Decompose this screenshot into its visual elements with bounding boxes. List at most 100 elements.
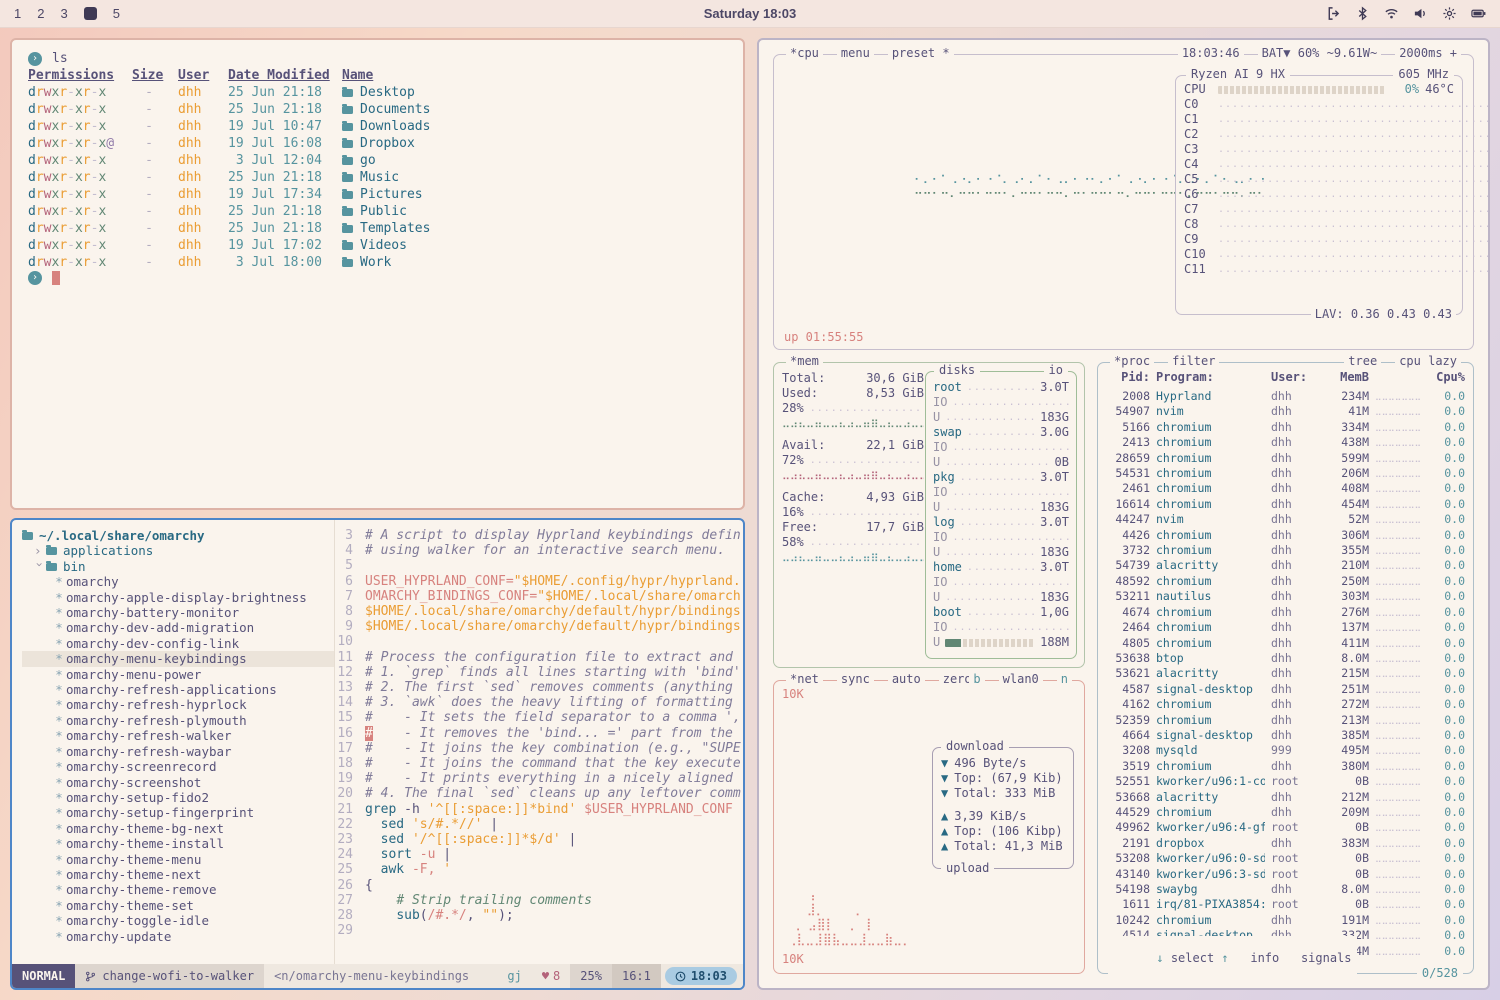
tree-item-omarchy-dev-config-link[interactable]: *omarchy-dev-config-link	[22, 636, 334, 651]
tree-item-omarchy-dev-add-migration[interactable]: *omarchy-dev-add-migration	[22, 620, 334, 635]
tree-item-omarchy-theme-bg-next[interactable]: *omarchy-theme-bg-next	[22, 821, 334, 836]
settings-icon[interactable]	[1442, 6, 1457, 21]
net-tab-net[interactable]: *net	[786, 672, 823, 687]
tree-item-omarchy-theme-remove[interactable]: *omarchy-theme-remove	[22, 882, 334, 897]
process-row[interactable]: 53638btopdhh8.0M⣀⣀⣀⣀⣀⣀⣀0.0	[1106, 651, 1465, 666]
proc-header-mem[interactable]: MemB	[1323, 370, 1369, 385]
process-row[interactable]: 2008Hyprlanddhh234M⣀⣀⣀⣀⣀⣀⣀0.0	[1106, 389, 1465, 404]
net-tab-auto[interactable]: auto	[888, 672, 925, 687]
net-next-key[interactable]: n	[1057, 672, 1072, 687]
process-row[interactable]: 53208kworker/u96:0-sdroot0B⣀⣀⣀⣀⣀⣀⣀0.0	[1106, 851, 1465, 866]
proc-tab-filter[interactable]: filter	[1168, 354, 1219, 369]
net-tab-sync[interactable]: sync	[837, 672, 874, 687]
mem-tab[interactable]: *mem	[786, 354, 823, 369]
proc-tab-cpulazy[interactable]: cpu lazy	[1395, 354, 1461, 369]
tree-item-omarchy-screenshot[interactable]: *omarchy-screenshot	[22, 775, 334, 790]
disks-io-tab[interactable]: io	[1044, 363, 1068, 378]
proc-header-user[interactable]: User:	[1271, 370, 1317, 385]
prompt-line-empty[interactable]: ›	[28, 271, 727, 285]
process-row[interactable]: 5166chromiumdhh334M⣀⣀⣀⣀⣀⣀⣀0.0	[1106, 420, 1465, 435]
disks-tab[interactable]: disks	[934, 363, 980, 378]
tree-item-omarchy-refresh-hyprlock[interactable]: *omarchy-refresh-hyprlock	[22, 697, 334, 712]
process-row[interactable]: 48592chromiumdhh250M⣀⣀⣀⣀⣀⣀⣀0.0	[1106, 574, 1465, 589]
tree-item-omarchy[interactable]: *omarchy	[22, 574, 334, 589]
process-row[interactable]: 10242chromiumdhh191M⣀⣀⣀⣀⣀⣀⣀0.0	[1106, 913, 1465, 928]
net-prev-key[interactable]: b	[969, 672, 984, 687]
process-row[interactable]: 2191dropboxdhh383M⣀⣀⣀⣀⣀⣀⣀0.0	[1106, 836, 1465, 851]
select-label[interactable]: select	[1171, 951, 1214, 965]
workspace-3[interactable]: 3	[60, 6, 67, 21]
process-row[interactable]: 3519chromiumdhh380M⣀⣀⣀⣀⣀⣀⣀0.0	[1106, 759, 1465, 774]
workspace-active-indicator[interactable]	[84, 7, 97, 20]
up-arrow-icon[interactable]: ↑	[1221, 951, 1228, 965]
process-row[interactable]: 2464chromiumdhh137M⣀⣀⣀⣀⣀⣀⣀0.0	[1106, 620, 1465, 635]
process-row[interactable]: 54198swaybgdhh8.0M⣀⣀⣀⣀⣀⣀⣀0.0	[1106, 882, 1465, 897]
process-row[interactable]: 44529chromiumdhh209M⣀⣀⣀⣀⣀⣀⣀0.0	[1106, 805, 1465, 820]
tree-item-omarchy-battery-monitor[interactable]: *omarchy-battery-monitor	[22, 605, 334, 620]
process-row[interactable]: 44247nvimdhh52M⣀⣀⣀⣀⣀⣀⣀0.0	[1106, 512, 1465, 527]
process-row[interactable]: 4162chromiumdhh272M⣀⣀⣀⣀⣀⣀⣀0.0	[1106, 697, 1465, 712]
signals-label[interactable]: signals	[1301, 951, 1352, 965]
proc-header-program[interactable]: Program:	[1156, 370, 1265, 385]
cpu-tab-menu[interactable]: menu	[837, 46, 874, 61]
tree-item-omarchy-theme-set[interactable]: *omarchy-theme-set	[22, 898, 334, 913]
cpu-tab-cpu[interactable]: *cpu	[786, 46, 823, 61]
bluetooth-icon[interactable]	[1355, 6, 1370, 21]
tree-item--local-share-omarchy[interactable]: ~/.local/share/omarchy	[22, 528, 334, 543]
process-row[interactable]: 4674chromiumdhh276M⣀⣀⣀⣀⣀⣀⣀0.0	[1106, 605, 1465, 620]
tree-item-omarchy-menu-power[interactable]: *omarchy-menu-power	[22, 667, 334, 682]
process-row[interactable]: 53668alacrittydhh212M⣀⣀⣀⣀⣀⣀⣀0.0	[1106, 790, 1465, 805]
proc-header-cpu[interactable]: Cpu%	[1427, 370, 1465, 385]
process-row[interactable]: 4587signal-desktopdhh251M⣀⣀⣀⣀⣀⣀⣀0.0	[1106, 682, 1465, 697]
process-row[interactable]: 3732chromiumdhh355M⣀⣀⣀⣀⣀⣀⣀0.0	[1106, 543, 1465, 558]
proc-header-pid[interactable]: Pid:	[1106, 370, 1150, 385]
battery-icon[interactable]	[1471, 6, 1486, 21]
process-row[interactable]: 4664signal-desktopdhh385M⣀⣀⣀⣀⣀⣀⣀0.0	[1106, 728, 1465, 743]
process-row[interactable]: 3208mysqld999495M⣀⣀⣀⣀⣀⣀⣀0.0	[1106, 743, 1465, 758]
tree-item-bin[interactable]: ›bin	[22, 559, 334, 574]
info-label[interactable]: info	[1250, 951, 1279, 965]
tree-item-omarchy-update[interactable]: *omarchy-update	[22, 929, 334, 944]
tree-item-omarchy-refresh-walker[interactable]: *omarchy-refresh-walker	[22, 728, 334, 743]
tree-item-omarchy-refresh-plymouth[interactable]: *omarchy-refresh-plymouth	[22, 713, 334, 728]
workspace-5[interactable]: 5	[113, 6, 120, 21]
process-row[interactable]: 4426chromiumdhh306M⣀⣀⣀⣀⣀⣀⣀0.0	[1106, 528, 1465, 543]
tree-item-omarchy-screenrecord[interactable]: *omarchy-screenrecord	[22, 759, 334, 774]
process-row[interactable]: 16614chromiumdhh454M⣀⣀⣀⣀⣀⣀⣀0.0	[1106, 497, 1465, 512]
chevron-right-icon[interactable]: ›	[34, 543, 46, 558]
proc-tab-tree[interactable]: tree	[1344, 354, 1381, 369]
process-row[interactable]: 52359chromiumdhh213M⣀⣀⣀⣀⣀⣀⣀0.0	[1106, 713, 1465, 728]
wifi-icon[interactable]	[1384, 6, 1399, 21]
process-row[interactable]: 54739alacrittydhh210M⣀⣀⣀⣀⣀⣀⣀0.0	[1106, 558, 1465, 573]
logout-icon[interactable]	[1326, 6, 1341, 21]
tree-item-omarchy-setup-fido2[interactable]: *omarchy-setup-fido2	[22, 790, 334, 805]
process-row[interactable]: 52551kworker/u96:1-coroot0B⣀⣀⣀⣀⣀⣀⣀0.0	[1106, 774, 1465, 789]
process-row[interactable]: 43140kworker/u96:3-sdroot0B⣀⣀⣀⣀⣀⣀⣀0.0	[1106, 867, 1465, 882]
tree-item-omarchy-theme-next[interactable]: *omarchy-theme-next	[22, 867, 334, 882]
down-arrow-icon[interactable]: ↓	[1156, 951, 1163, 965]
workspace-2[interactable]: 2	[37, 6, 44, 21]
process-row[interactable]: 2461chromiumdhh408M⣀⣀⣀⣀⣀⣀⣀0.0	[1106, 481, 1465, 496]
tree-item-applications[interactable]: ›applications	[22, 543, 334, 558]
tree-item-omarchy-menu-keybindings[interactable]: *omarchy-menu-keybindings	[22, 651, 334, 666]
process-row[interactable]: 49962kworker/u96:4-gfroot0B⣀⣀⣀⣀⣀⣀⣀0.0	[1106, 820, 1465, 835]
tree-item-omarchy-setup-fingerprint[interactable]: *omarchy-setup-fingerprint	[22, 805, 334, 820]
tree-item-omarchy-apple-display-brightness[interactable]: *omarchy-apple-display-brightness	[22, 590, 334, 605]
tree-item-omarchy-theme-install[interactable]: *omarchy-theme-install	[22, 836, 334, 851]
code-pane[interactable]: 3# A script to display Hyprland keybindi…	[334, 520, 743, 964]
volume-icon[interactable]	[1413, 6, 1428, 21]
tree-item-omarchy-theme-menu[interactable]: *omarchy-theme-menu	[22, 852, 334, 867]
process-row[interactable]: 28659chromiumdhh599M⣀⣀⣀⣀⣀⣀⣀0.0	[1106, 451, 1465, 466]
process-row[interactable]: 2413chromiumdhh438M⣀⣀⣀⣀⣀⣀⣀0.0	[1106, 435, 1465, 450]
process-row[interactable]: 53211nautilusdhh303M⣀⣀⣀⣀⣀⣀⣀0.0	[1106, 589, 1465, 604]
refresh-interval[interactable]: 2000ms +	[1395, 46, 1461, 61]
tree-item-omarchy-toggle-idle[interactable]: *omarchy-toggle-idle	[22, 913, 334, 928]
process-row[interactable]: 54907nvimdhh41M⣀⣀⣀⣀⣀⣀⣀0.0	[1106, 404, 1465, 419]
tree-item-omarchy-refresh-waybar[interactable]: *omarchy-refresh-waybar	[22, 744, 334, 759]
workspace-1[interactable]: 1	[14, 6, 21, 21]
cpu-tab-preset[interactable]: preset *	[888, 46, 954, 61]
proc-tab-proc[interactable]: *proc	[1110, 354, 1154, 369]
process-row[interactable]: 53621alacrittydhh215M⣀⣀⣀⣀⣀⣀⣀0.0	[1106, 666, 1465, 681]
tree-item-omarchy-refresh-applications[interactable]: *omarchy-refresh-applications	[22, 682, 334, 697]
process-row[interactable]: 54531chromiumdhh206M⣀⣀⣀⣀⣀⣀⣀0.0	[1106, 466, 1465, 481]
